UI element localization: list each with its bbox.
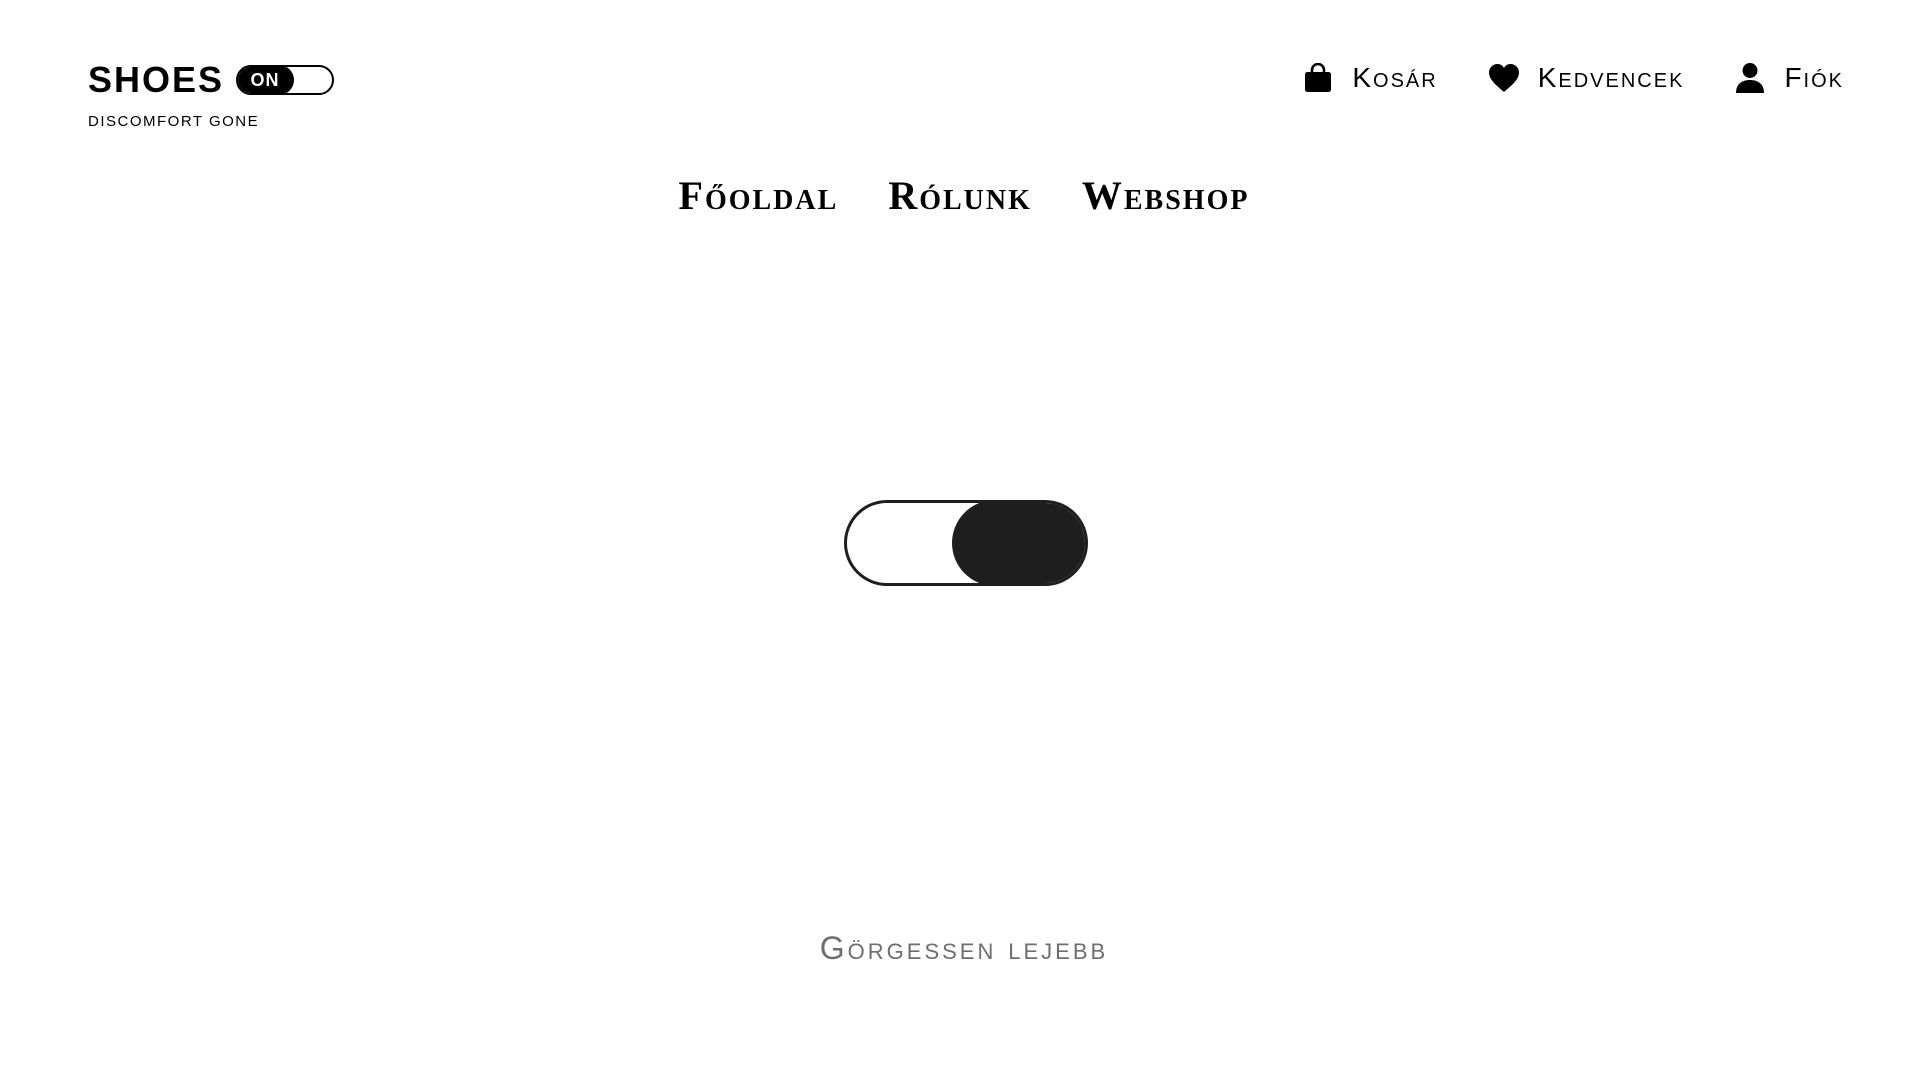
- logo-toggle-label: ON: [238, 67, 295, 93]
- nav-item-webshop[interactable]: Webshop: [1082, 170, 1250, 222]
- account-label: Fiók: [1784, 62, 1844, 93]
- logo-row: SHOES ON: [88, 59, 335, 100]
- shopping-bag-icon: [1302, 62, 1334, 94]
- cart-link[interactable]: Kosár: [1302, 58, 1437, 98]
- hero-toggle-knob: [952, 503, 1085, 583]
- scroll-hint[interactable]: Görgessen lejebb: [0, 930, 1920, 967]
- logo-toggle-icon: ON: [236, 65, 335, 95]
- header-actions: Kosár Kedvencek Fiók: [1302, 58, 1844, 98]
- nav-item-about[interactable]: Rólunk: [888, 170, 1032, 222]
- main-nav: Főoldal Rólunk Webshop: [0, 170, 1920, 222]
- page: SHOES ON DISCOMFORT GONE Kosár Kedvencek…: [0, 0, 1920, 1080]
- hero-toggle-switch[interactable]: [844, 500, 1088, 586]
- user-icon: [1734, 62, 1766, 94]
- favorites-link[interactable]: Kedvencek: [1488, 58, 1685, 98]
- logo-tagline: DISCOMFORT GONE: [88, 113, 260, 130]
- cart-label: Kosár: [1352, 62, 1438, 93]
- favorites-label: Kedvencek: [1537, 62, 1685, 93]
- logo-wordmark: SHOES: [88, 59, 225, 100]
- logo[interactable]: SHOES ON DISCOMFORT GONE: [88, 59, 335, 130]
- account-link[interactable]: Fiók: [1734, 58, 1844, 98]
- heart-icon: [1488, 62, 1520, 94]
- nav-item-home[interactable]: Főoldal: [679, 170, 839, 222]
